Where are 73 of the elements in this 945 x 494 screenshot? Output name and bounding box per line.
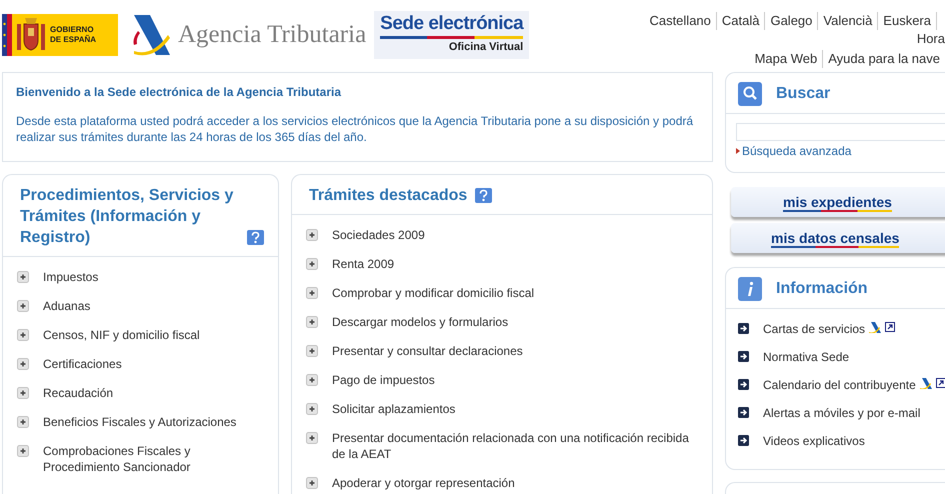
featured-link[interactable]: Comprobar y modificar domicilio fiscal bbox=[332, 285, 534, 301]
arrow-icon bbox=[738, 435, 749, 446]
time-link[interactable]: Hora bbox=[916, 31, 945, 46]
language-link[interactable]: Català bbox=[716, 12, 764, 30]
language-link[interactable]: Valencià bbox=[817, 12, 878, 30]
quick-access-button[interactable]: mis expedientes bbox=[731, 187, 945, 217]
welcome-text: Desde esta plataforma usted podrá acceder a los servicios electrónicos que la Agencia Tributaria pone a su disposición y podrá realizar sus trámites durante las 24 horas de los 365 días del año. bbox=[16, 113, 694, 145]
expand-icon[interactable] bbox=[17, 271, 29, 283]
external-link-icon bbox=[936, 378, 945, 388]
expand-icon[interactable] bbox=[306, 374, 318, 386]
expand-icon[interactable] bbox=[17, 416, 29, 428]
information-link[interactable]: Alertas a móviles y por e-mail bbox=[763, 405, 920, 421]
expand-icon[interactable] bbox=[17, 445, 29, 457]
procedure-link[interactable]: Comprobaciones Fiscales y Procedimiento Sancionador bbox=[43, 443, 270, 475]
expand-icon[interactable] bbox=[306, 316, 318, 328]
information-link[interactable]: Calendario del contribuyente bbox=[763, 377, 916, 393]
info-icon bbox=[738, 277, 762, 301]
expand-icon[interactable] bbox=[306, 287, 318, 299]
featured-link[interactable]: Sociedades 2009 bbox=[332, 227, 425, 243]
expand-icon[interactable] bbox=[306, 477, 318, 489]
help-icon[interactable] bbox=[475, 188, 492, 203]
featured-link[interactable]: Solicitar aplazamientos bbox=[332, 401, 456, 417]
language-link[interactable]: Galego bbox=[764, 12, 818, 30]
government-name: GOBIERNO DE ESPAÑA bbox=[50, 25, 96, 45]
procedure-link[interactable]: Impuestos bbox=[43, 269, 98, 285]
information-link[interactable]: Normativa Sede bbox=[763, 349, 850, 365]
expand-icon[interactable] bbox=[17, 358, 29, 370]
featured-link[interactable]: Presentar y consultar declaraciones bbox=[332, 343, 523, 359]
arrow-icon bbox=[738, 351, 749, 362]
panel-title: Trámites destacados bbox=[309, 186, 468, 206]
sede-title: Sede electrónica bbox=[380, 13, 524, 39]
expand-icon[interactable] bbox=[17, 300, 29, 312]
information-title: Información bbox=[776, 280, 868, 298]
agency-mini-icon bbox=[869, 322, 882, 333]
agency-mini-icon bbox=[920, 378, 932, 389]
information-link[interactable]: Videos explicativos bbox=[763, 433, 865, 449]
expand-icon[interactable] bbox=[17, 329, 29, 341]
featured-link[interactable]: Renta 2009 bbox=[332, 256, 394, 272]
procedure-link[interactable]: Censos, NIF y domicilio fiscal bbox=[43, 327, 200, 343]
arrow-icon bbox=[738, 379, 749, 390]
procedure-link[interactable]: Aduanas bbox=[43, 298, 90, 314]
search-icon bbox=[738, 82, 762, 106]
procedure-link[interactable]: Certificaciones bbox=[43, 356, 122, 372]
arrow-icon bbox=[738, 323, 749, 334]
expand-icon[interactable] bbox=[306, 432, 318, 444]
expand-icon[interactable] bbox=[306, 345, 318, 357]
procedure-link[interactable]: Beneficios Fiscales y Autorizaciones bbox=[43, 414, 236, 430]
language-link[interactable]: Castellano bbox=[644, 12, 716, 30]
procedure-link[interactable]: Recaudación bbox=[43, 385, 114, 401]
agency-name: Agencia Tributaria bbox=[178, 21, 366, 49]
welcome-title: Bienvenido a la Sede electrónica de la Agencia Tributaria bbox=[16, 85, 342, 99]
featured-link[interactable]: Pago de impuestos bbox=[332, 372, 435, 388]
help-icon[interactable] bbox=[247, 230, 264, 245]
search-title: Buscar bbox=[776, 85, 830, 103]
expand-icon[interactable] bbox=[306, 403, 318, 415]
featured-link[interactable]: Apoderar y otorgar representación bbox=[332, 475, 515, 491]
sede-subtitle: Oficina Virtual bbox=[448, 41, 524, 53]
utility-link[interactable]: Ayuda para la nave bbox=[822, 50, 945, 68]
featured-link[interactable]: Descargar modelos y formularios bbox=[332, 314, 508, 330]
external-link-icon bbox=[885, 322, 896, 332]
search-field[interactable] bbox=[736, 123, 945, 141]
panel-title: Procedimientos, Servicios y Trámites (Información y Registro) bbox=[20, 186, 234, 248]
utility-link[interactable]: Mapa Web bbox=[750, 50, 822, 68]
chevron-icon bbox=[736, 148, 740, 154]
advanced-search-link[interactable]: Búsqueda avanzada bbox=[742, 144, 852, 158]
information-link[interactable]: Cartas de servicios bbox=[763, 321, 866, 337]
featured-link[interactable]: Presentar documentación relacionada con una notificación recibida de la AEAT bbox=[332, 430, 704, 462]
language-link[interactable]: Euskera bbox=[877, 12, 936, 30]
expand-icon[interactable] bbox=[17, 387, 29, 399]
quick-access-button[interactable]: mis datos censales bbox=[731, 223, 945, 253]
expand-icon[interactable] bbox=[306, 258, 318, 270]
expand-icon[interactable] bbox=[306, 229, 318, 241]
arrow-icon bbox=[738, 407, 749, 418]
